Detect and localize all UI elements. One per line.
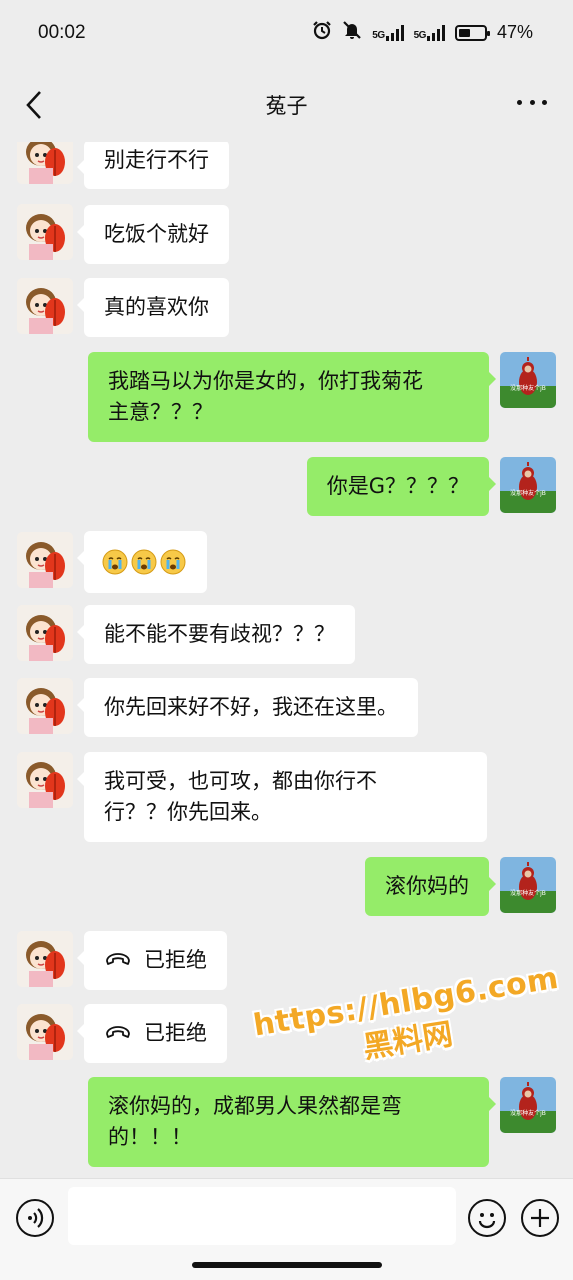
avatar-girl-icon[interactable]: [17, 204, 73, 260]
call-record-bubble[interactable]: 已拒绝: [77, 1004, 227, 1063]
call-record-bubble[interactable]: 已拒绝: [77, 931, 227, 990]
voice-input-button[interactable]: [16, 1199, 54, 1237]
avatar-girl-icon[interactable]: [17, 605, 73, 661]
mute-icon: [342, 20, 362, 45]
plus-icon: [531, 1209, 549, 1227]
home-indicator[interactable]: [192, 1262, 382, 1268]
phone-hangup-icon: [104, 1017, 132, 1048]
more-options-button[interactable]: [517, 92, 547, 112]
avatar-teletubby-icon[interactable]: 没那种友个jB: [500, 457, 556, 513]
message-bubble-left[interactable]: 吃饭个就好: [77, 205, 229, 264]
message-bubble-right[interactable]: 滚你妈的: [365, 857, 496, 916]
dot-icon: [517, 99, 522, 105]
avatar-girl-icon[interactable]: [17, 752, 73, 808]
svg-text:没那种友个jB: 没那种友个jB: [510, 889, 546, 897]
dot-icon: [542, 99, 547, 105]
status-time: 00:02: [38, 22, 86, 43]
battery-percent: 47%: [496, 22, 533, 42]
message-bubble-right[interactable]: 你是G？？？？: [306, 457, 497, 516]
avatar-girl-icon[interactable]: [17, 678, 73, 734]
status-icons: 5G 5G 47%: [312, 20, 533, 45]
message-bubble-left[interactable]: 别走行不行: [77, 142, 229, 189]
message-bubble-left[interactable]: 我可受，也可攻，都由你行不 行？？你先回来。: [77, 752, 487, 842]
avatar-girl-icon[interactable]: [17, 142, 73, 184]
message-bubble-left[interactable]: 真的喜欢你: [77, 278, 229, 337]
avatar-girl-icon[interactable]: [17, 931, 73, 987]
smile-icon: [478, 1213, 496, 1229]
avatar-teletubby-icon[interactable]: 没那种友个jB: [500, 1077, 556, 1133]
crying-face-emoji: [131, 549, 157, 575]
message-bubble-right[interactable]: 滚你妈的，成都男人果然都是弯 的！！！: [88, 1077, 496, 1167]
more-functions-button[interactable]: [521, 1199, 559, 1237]
avatar-girl-icon[interactable]: [17, 278, 73, 334]
avatar-teletubby-icon[interactable]: 没那种友个jB: [500, 857, 556, 913]
avatar-teletubby-icon[interactable]: 没那种友个jB: [500, 352, 556, 408]
message-bubble-right[interactable]: 我踏马以为你是女的，你打我菊花 主意？？？: [88, 352, 496, 442]
message-bubble-left[interactable]: 你先回来好不好，我还在这里。: [77, 678, 418, 737]
battery-fill: [458, 28, 470, 37]
alarm-icon: [312, 20, 332, 45]
battery-icon: [454, 24, 490, 41]
svg-text:没那种友个jB: 没那种友个jB: [510, 1109, 546, 1117]
svg-text:没那种友个jB: 没那种友个jB: [510, 384, 546, 392]
voice-icon: [28, 1208, 44, 1228]
emoji-button[interactable]: [468, 1199, 506, 1237]
avatar-girl-icon[interactable]: [17, 1004, 73, 1060]
chat-header: 菟子: [0, 66, 573, 142]
svg-text:没那种友个jB: 没那种友个jB: [510, 489, 546, 497]
signal-icon-1: 5G: [372, 24, 404, 41]
message-bubble-left[interactable]: 能不能不要有歧视？？？: [77, 605, 355, 664]
message-bubble-left[interactable]: [77, 531, 207, 593]
message-input[interactable]: [68, 1187, 456, 1245]
crying-face-emoji: [102, 549, 128, 575]
signal-icon-2: 5G: [414, 24, 445, 41]
avatar-girl-icon[interactable]: [17, 532, 73, 588]
dot-icon: [529, 99, 535, 105]
phone-hangup-icon: [104, 944, 132, 975]
status-bar: 00:02 5G 5G 47%: [0, 0, 573, 66]
chat-title: 菟子: [265, 94, 308, 118]
crying-face-emoji: [160, 549, 186, 575]
